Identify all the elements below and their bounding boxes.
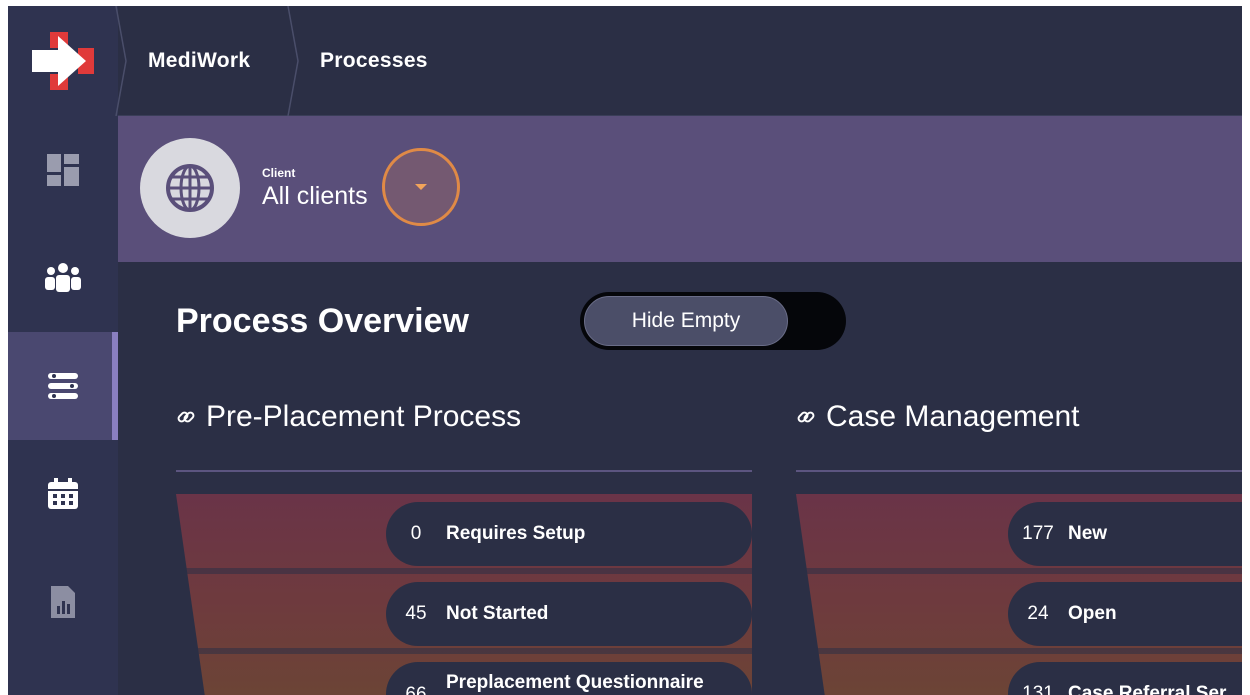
- stage-item[interactable]: 131 Case Referral Ser: [1008, 662, 1242, 695]
- page-title: Process Overview: [176, 302, 469, 340]
- app-logo[interactable]: [8, 6, 118, 116]
- section-divider: [796, 470, 1242, 472]
- stage-item[interactable]: 0 Requires Setup: [386, 502, 752, 566]
- client-value[interactable]: All clients: [262, 182, 368, 211]
- stage-label: Case Referral Ser: [1068, 683, 1227, 695]
- dashboard-icon: [47, 154, 79, 186]
- stage-label: Not Started: [446, 603, 549, 624]
- sidebar-item-dashboard[interactable]: [8, 116, 118, 224]
- sidebar-item-users[interactable]: [8, 224, 118, 332]
- sidebar: [8, 116, 118, 695]
- section-title-text: Pre-Placement Process: [206, 400, 522, 433]
- top-bar: MediWork Processes: [8, 6, 1242, 116]
- stage-label: Preplacement Questionnaire: [446, 672, 704, 693]
- app-window: MediWork Processes Client All clients Pr…: [8, 6, 1242, 695]
- stage-count: 66: [405, 684, 427, 695]
- client-label: Client: [262, 166, 296, 180]
- client-avatar: [140, 138, 240, 238]
- stage-label: Requires Setup: [446, 523, 586, 544]
- client-dropdown-button[interactable]: [382, 148, 460, 226]
- section-divider: [176, 470, 752, 472]
- sidebar-item-processes[interactable]: [8, 332, 118, 440]
- stage-count: 0: [410, 523, 422, 544]
- caret-down-icon: [415, 184, 427, 190]
- breadcrumb-home[interactable]: MediWork: [148, 6, 250, 116]
- stage-item[interactable]: 66 Preplacement Questionnaire: [386, 662, 752, 695]
- logo-icon: [32, 32, 94, 90]
- sidebar-item-reports[interactable]: [8, 548, 118, 656]
- stage-item[interactable]: 177 New: [1008, 502, 1242, 566]
- stage-count: 45: [405, 603, 427, 624]
- link-icon: [797, 411, 815, 423]
- link-icon: [177, 411, 195, 423]
- processes-icon: [48, 373, 78, 399]
- stage-count: 24: [1027, 603, 1049, 624]
- section-title-text: Case Management: [826, 400, 1080, 433]
- stage-item[interactable]: 24 Open: [1008, 582, 1242, 646]
- client-selector-bar: Client All clients: [118, 116, 1242, 262]
- users-icon: [45, 263, 81, 292]
- stage-label: New: [1068, 523, 1108, 544]
- hide-empty-toggle[interactable]: Hide Empty: [580, 292, 846, 350]
- report-icon: [51, 586, 75, 618]
- breadcrumb-current[interactable]: Processes: [320, 6, 428, 116]
- breadcrumb-separator-icon: [287, 6, 299, 116]
- main-content: Process Overview Hide Empty Pre-Placemen…: [118, 262, 1242, 695]
- breadcrumb-separator-icon: [115, 6, 127, 116]
- stage-count: 177: [1022, 523, 1054, 544]
- calendar-icon: [48, 478, 78, 509]
- section-title-case-management[interactable]: Case Management: [796, 400, 1079, 434]
- stage-item[interactable]: 45 Not Started: [386, 582, 752, 646]
- stage-label: Open: [1068, 603, 1117, 624]
- section-title-pre-placement[interactable]: Pre-Placement Process: [176, 400, 521, 434]
- globe-icon: [166, 164, 214, 212]
- sidebar-item-calendar[interactable]: [8, 440, 118, 548]
- stage-count: 131: [1022, 683, 1054, 695]
- hide-empty-toggle-label[interactable]: Hide Empty: [584, 296, 788, 346]
